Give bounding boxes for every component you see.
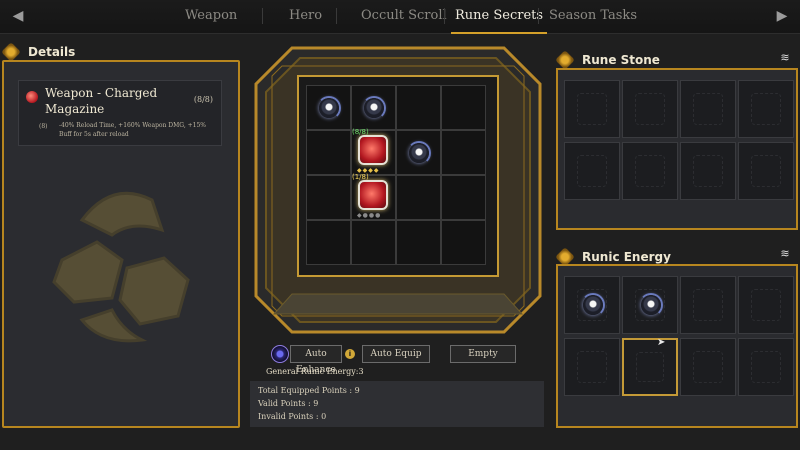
grid-cell[interactable] xyxy=(306,130,351,175)
runic-energy-slot[interactable] xyxy=(738,276,794,334)
rune-grid: (8/8) ◆◆◆◆ (1/8) ◆●●● xyxy=(306,85,486,265)
grid-cell[interactable] xyxy=(441,220,486,265)
rune-energy-orb-icon xyxy=(583,295,603,315)
auto-enhance-orb-icon[interactable] xyxy=(271,345,289,363)
runic-energy-slot[interactable] xyxy=(564,338,620,396)
points-summary: Total Equipped Points : 9 Valid Points :… xyxy=(250,381,544,427)
grid-cell[interactable]: (1/8) ◆●●● xyxy=(351,173,396,220)
rune-card-icon[interactable] xyxy=(358,135,388,165)
details-panel: Weapon - Charged Magazine (8/8) (8) -40%… xyxy=(2,60,240,428)
auto-enhance-button[interactable]: Auto Enhance xyxy=(290,345,342,375)
grid-cell[interactable] xyxy=(306,220,351,265)
next-arrow-icon[interactable]: ▶ xyxy=(772,6,792,26)
top-tab-bar: ◀ Weapon Hero Occult Scroll Rune Secrets… xyxy=(0,0,800,34)
rune-stone-title: Rune Stone xyxy=(582,53,660,67)
grid-cell[interactable] xyxy=(396,220,441,265)
rune-energy-orb-icon xyxy=(319,98,339,118)
rune-stone-slot[interactable] xyxy=(738,80,794,138)
rune-energy-orb-icon xyxy=(364,98,384,118)
rune-detail-description: -40% Reload Time, +160% Weapon DMG, +15%… xyxy=(59,122,206,138)
prev-arrow-icon[interactable]: ◀ xyxy=(8,6,28,26)
auto-equip-button[interactable]: Auto Equip xyxy=(362,345,430,363)
runic-energy-slot[interactable] xyxy=(564,276,620,334)
tab-divider xyxy=(336,8,337,24)
grid-cell[interactable] xyxy=(441,175,486,220)
grid-cell[interactable] xyxy=(306,175,351,220)
rune-stars: ◆●●● xyxy=(357,212,382,219)
rune-energy-orb-icon xyxy=(641,295,661,315)
tab-divider xyxy=(262,8,263,24)
tab-occult-scroll[interactable]: Occult Scroll xyxy=(361,8,447,28)
rune-level: (1/8) xyxy=(352,173,369,181)
rune-detail-card: Weapon - Charged Magazine (8/8) (8) -40%… xyxy=(18,80,222,146)
rune-detail-bullet: (8) xyxy=(39,123,48,130)
grid-cell[interactable] xyxy=(396,175,441,220)
rune-stone-slots xyxy=(564,80,794,200)
rune-card-icon[interactable] xyxy=(358,180,388,210)
runic-energy-slot-selected[interactable] xyxy=(622,338,678,396)
rune-gem-icon xyxy=(26,91,38,103)
tab-rune-secrets[interactable]: Rune Secrets xyxy=(450,8,548,34)
rune-stone-layers-icon[interactable]: ≋ xyxy=(779,52,791,64)
rune-stone-slot[interactable] xyxy=(564,142,620,200)
tab-weapon[interactable]: Weapon xyxy=(185,8,237,28)
rune-stone-slot[interactable] xyxy=(564,80,620,138)
grid-cell[interactable] xyxy=(306,85,351,130)
rune-detail-name: Weapon - Charged Magazine xyxy=(45,86,158,116)
grid-cell[interactable] xyxy=(396,85,441,130)
tab-hero[interactable]: Hero xyxy=(289,8,322,28)
rune-stone-slot[interactable] xyxy=(680,80,736,138)
grid-cell[interactable] xyxy=(441,130,486,175)
info-icon[interactable]: i xyxy=(345,349,355,359)
runic-energy-slot[interactable] xyxy=(680,276,736,334)
rune-stone-slot[interactable] xyxy=(738,142,794,200)
rune-detail-count: (8/8) xyxy=(193,95,213,104)
empty-button[interactable]: Empty xyxy=(450,345,516,363)
grid-cell[interactable] xyxy=(441,85,486,130)
grid-cell[interactable] xyxy=(396,130,441,175)
grid-cell[interactable] xyxy=(351,85,396,130)
rune-level: (8/8) xyxy=(352,128,369,136)
runic-energy-slot[interactable] xyxy=(738,338,794,396)
tab-season-tasks[interactable]: Season Tasks xyxy=(549,8,637,28)
rune-stone-panel xyxy=(556,68,798,230)
rune-stone-slot[interactable] xyxy=(622,80,678,138)
rune-emblem-icon xyxy=(52,191,190,343)
invalid-points: Invalid Points : 0 xyxy=(258,412,327,421)
details-ornament-icon xyxy=(1,42,21,62)
runic-energy-slots xyxy=(564,276,794,396)
valid-points: Valid Points : 9 xyxy=(258,399,319,408)
tab-divider xyxy=(538,8,539,24)
mouse-cursor-icon: ➤ xyxy=(657,337,666,348)
runic-energy-panel xyxy=(556,264,798,428)
runic-energy-layers-icon[interactable]: ≋ xyxy=(779,248,791,260)
total-equipped-points: Total Equipped Points : 9 xyxy=(258,386,360,395)
runic-energy-slot[interactable] xyxy=(680,338,736,396)
details-title: Details xyxy=(28,45,76,59)
grid-cell[interactable] xyxy=(351,220,396,265)
runic-energy-title: Runic Energy xyxy=(582,250,671,264)
runic-energy-slot[interactable] xyxy=(622,276,678,334)
grid-cell[interactable]: (8/8) ◆◆◆◆ xyxy=(351,128,396,175)
rune-stone-slot[interactable] xyxy=(622,142,678,200)
rune-stone-slot[interactable] xyxy=(680,142,736,200)
general-runic-energy-label: General Runic Energy:3 xyxy=(266,367,364,376)
rune-stone-ornament-icon xyxy=(555,50,575,70)
tab-divider xyxy=(444,8,445,24)
rune-energy-orb-icon xyxy=(409,143,429,163)
